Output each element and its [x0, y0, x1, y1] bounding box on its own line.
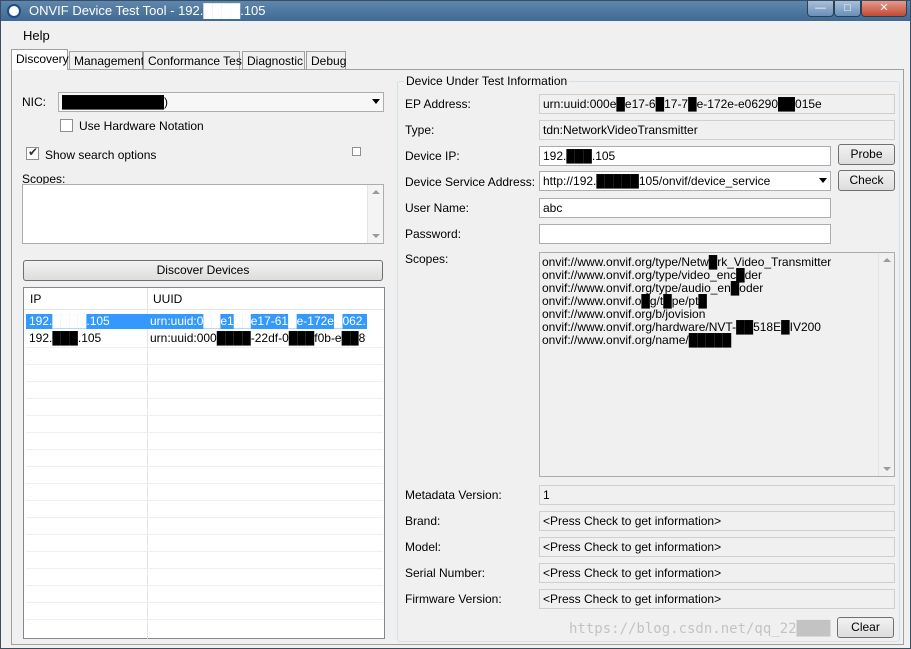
tab-conformance-test[interactable]: Conformance Test	[143, 51, 245, 69]
app-window: ONVIF Device Test Tool - 192.████.105 — …	[0, 0, 911, 649]
column-header-uuid[interactable]: UUID	[153, 292, 182, 306]
clear-button[interactable]: Clear	[837, 617, 894, 638]
scopes-input[interactable]	[22, 184, 384, 244]
user-name-input[interactable]: abc	[539, 198, 831, 218]
type-field[interactable]: tdn:NetworkVideoTransmitter	[539, 120, 895, 140]
grid-line	[26, 398, 383, 399]
use-hardware-notation-checkbox[interactable]	[60, 119, 73, 132]
group-title: Device Under Test Information	[404, 74, 570, 88]
scroll-up-icon[interactable]	[883, 258, 891, 262]
discover-devices-button[interactable]: Discover Devices	[23, 260, 383, 281]
menu-help[interactable]: Help	[23, 28, 50, 43]
extra-option-checkbox[interactable]	[352, 147, 361, 156]
device-ip-cell: 192.████.105	[29, 314, 110, 328]
tab-debug[interactable]: Debug	[306, 51, 346, 69]
firmware-version-label: Firmware Version:	[405, 592, 502, 606]
ep-address-label: EP Address:	[405, 97, 471, 111]
grid-line	[26, 602, 383, 603]
discovery-tab-page: NIC: ████████████) Use Hardware Notation…	[11, 69, 904, 645]
ep-address-field[interactable]: urn:uuid:000e█e17-6█17-7█e-172e-e06290██…	[539, 94, 895, 114]
dut-scopes-text[interactable]: onvif://www.onvif.org/type/Netw█rk_Video…	[539, 252, 895, 477]
tab-discovery[interactable]: Discovery	[11, 49, 69, 70]
tab-management[interactable]: Management	[69, 51, 144, 69]
firmware-version-field[interactable]: <Press Check to get information>	[539, 589, 895, 609]
chevron-down-icon	[819, 178, 827, 183]
model-field[interactable]: <Press Check to get information>	[539, 537, 895, 557]
model-label: Model:	[405, 540, 442, 554]
grid-line	[26, 381, 383, 382]
grid-line	[26, 432, 383, 433]
grid-line	[26, 364, 383, 365]
minimize-button[interactable]: —	[807, 1, 834, 17]
grid-line	[26, 619, 383, 620]
watermark-text: https://blog.csdn.net/qq_22████	[569, 621, 831, 637]
show-search-options-label: Show search options	[45, 148, 157, 162]
brand-field[interactable]: <Press Check to get information>	[539, 511, 895, 531]
table-row[interactable]: 192.███.105 urn:uuid:000████-22df-0███f0…	[26, 331, 367, 346]
device-uuid-cell: urn:uuid:0██e1██e17-61█e-172e█062...	[150, 314, 366, 328]
devices-list[interactable]: IP UUID 192.████.105 urn:uuid:0██e1██e17…	[23, 287, 385, 640]
dut-scopes-label: Scopes:	[405, 252, 449, 266]
grid-line	[26, 449, 383, 450]
grid-line	[26, 415, 383, 416]
probe-button[interactable]: Probe	[838, 144, 895, 165]
grid-line	[26, 585, 383, 586]
device-service-address-value: http://192.█████105/onvif/device_service	[543, 174, 771, 188]
nic-select[interactable]: ████████████)	[58, 92, 384, 112]
scope-line: onvif://www.onvif.org/name/█████	[542, 333, 732, 347]
nic-value: ████████████)	[62, 95, 169, 109]
scroll-down-icon[interactable]	[883, 467, 891, 471]
chevron-down-icon	[372, 99, 380, 104]
type-label: Type:	[405, 123, 435, 137]
grid-line	[26, 347, 383, 348]
device-ip-label: Device IP:	[405, 149, 460, 163]
title-bar[interactable]: ONVIF Device Test Tool - 192.████.105 — …	[1, 1, 910, 21]
table-row[interactable]: 192.████.105 urn:uuid:0██e1██e17-61█e-17…	[26, 314, 367, 329]
use-hardware-notation-label: Use Hardware Notation	[79, 119, 204, 133]
minimize-icon: —	[815, 2, 826, 14]
checkmark-icon: ✔	[28, 145, 39, 159]
menu-bar: Help	[9, 25, 902, 45]
serial-number-label: Serial Number:	[405, 566, 486, 580]
device-ip-cell: 192.███.105	[29, 331, 102, 345]
maximize-button[interactable]: □	[834, 1, 861, 17]
column-header-ip[interactable]: IP	[30, 292, 41, 306]
password-label: Password:	[405, 227, 462, 241]
close-button[interactable]: ✕	[861, 1, 907, 17]
device-service-address-label: Device Service Address:	[405, 175, 536, 189]
dut-scopes-scrollbar[interactable]	[878, 253, 894, 476]
metadata-version-field[interactable]: 1	[539, 485, 895, 505]
devices-list-header: IP UUID	[24, 288, 384, 310]
tab-diagnostic[interactable]: Diagnostic	[242, 51, 305, 69]
grid-line	[26, 500, 383, 501]
window-title: ONVIF Device Test Tool - 192.████.105	[29, 3, 266, 18]
device-ip-input[interactable]: 192.███.105	[539, 146, 831, 166]
grid-line	[26, 551, 383, 552]
grid-line	[26, 483, 383, 484]
check-button[interactable]: Check	[838, 170, 895, 191]
close-icon: ✕	[879, 2, 889, 14]
scroll-up-icon[interactable]	[372, 190, 380, 194]
grid-line	[26, 466, 383, 467]
user-name-label: User Name:	[405, 201, 470, 215]
device-service-address-select[interactable]: http://192.█████105/onvif/device_service	[539, 171, 831, 191]
show-search-options-checkbox[interactable]: ✔	[26, 145, 39, 160]
device-uuid-cell: urn:uuid:000████-22df-0███f0b-e██890...	[150, 331, 366, 345]
grid-line	[26, 534, 383, 535]
serial-number-field[interactable]: <Press Check to get information>	[539, 563, 895, 583]
metadata-version-label: Metadata Version:	[405, 488, 502, 502]
scopes-scrollbar[interactable]	[367, 185, 383, 243]
password-input[interactable]	[539, 224, 831, 244]
maximize-icon: □	[844, 2, 851, 14]
brand-label: Brand:	[405, 514, 441, 528]
grid-line	[26, 517, 383, 518]
grid-line	[26, 568, 383, 569]
nic-label: NIC:	[22, 95, 46, 109]
scroll-down-icon[interactable]	[372, 234, 380, 238]
onvif-app-icon	[7, 4, 21, 18]
